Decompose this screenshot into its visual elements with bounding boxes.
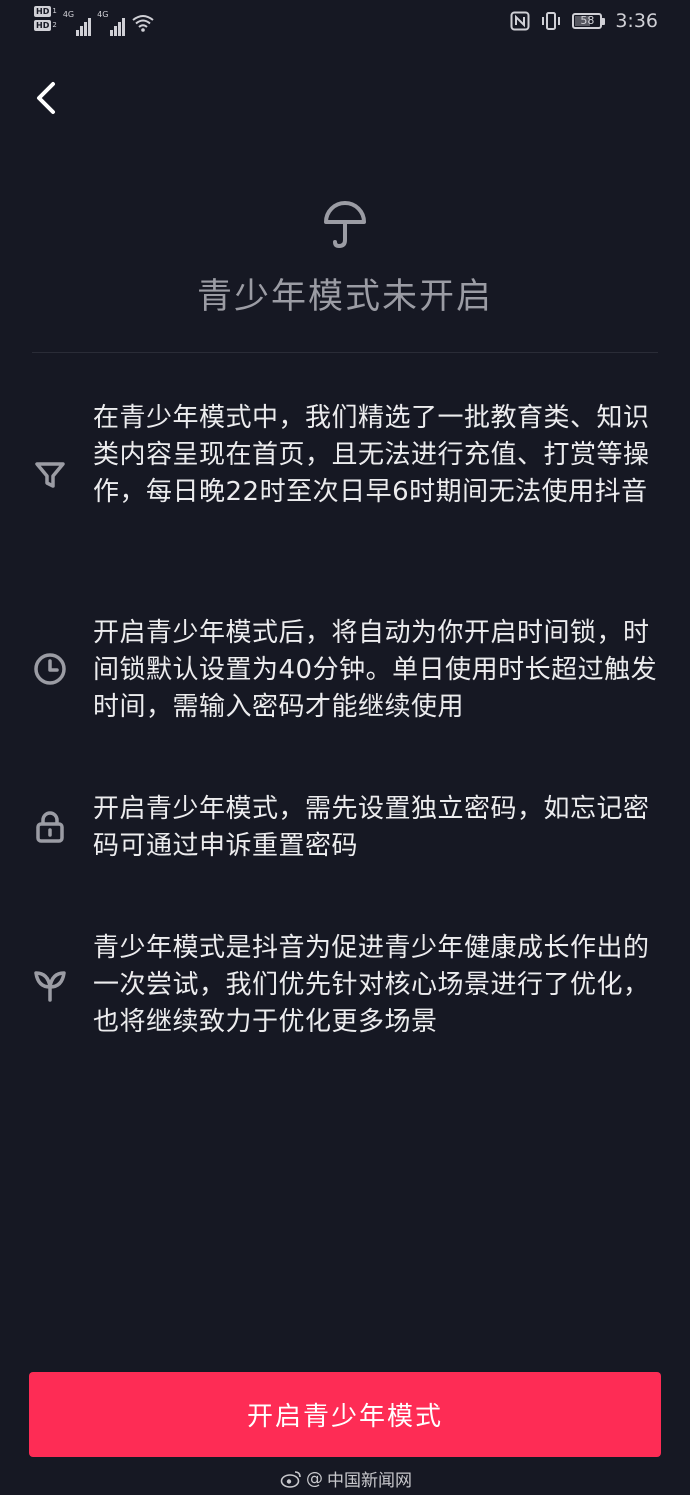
sprout-icon	[34, 971, 66, 1002]
sim2-number: 2	[52, 21, 57, 29]
wifi-icon	[132, 15, 155, 32]
network-type-sim2: 4G	[97, 10, 109, 19]
enable-teen-mode-button[interactable]: 开启青少年模式	[29, 1372, 661, 1457]
sim1-number: 1	[52, 7, 57, 15]
watermark: @ 中国新闻网	[280, 1466, 412, 1491]
vibrate-icon	[542, 12, 561, 30]
watermark-source: 中国新闻网	[327, 1471, 412, 1491]
hd-label: HD	[34, 6, 52, 17]
feature-text: 在青少年模式中，我们精选了一批教育类、知识类内容呈现在首页，且无法进行充值、打赏…	[93, 403, 650, 507]
feature-text: 开启青少年模式后，将自动为你开启时间锁，时间锁默认设置为40分钟。单日使用时长超…	[93, 618, 658, 722]
umbrella-icon	[324, 201, 366, 249]
divider	[32, 352, 658, 353]
clock-icon	[34, 653, 66, 685]
status-time: 3:36	[615, 10, 658, 32]
status-bar: HD 1 HD 2 4G 4G 58 3:36	[0, 0, 690, 48]
feature-text: 开启青少年模式，需先设置独立密码，如忘记密码可通过申诉重置密码	[93, 794, 650, 861]
status-bar-right: 58 3:36	[510, 10, 658, 32]
battery-icon: 58	[572, 13, 606, 29]
network-type-sim1: 4G	[62, 10, 75, 19]
hd-label: HD	[34, 20, 52, 31]
hd-badge-sim1: HD 1	[34, 6, 57, 17]
signal-icon-sim2: 4G	[97, 10, 126, 36]
nfc-icon	[510, 11, 530, 31]
status-bar-left: HD 1 HD 2 4G 4G	[34, 6, 155, 36]
back-button[interactable]	[28, 78, 68, 118]
watermark-at: @	[306, 1468, 323, 1489]
battery-level: 58	[580, 14, 595, 27]
battery-body: 58	[572, 13, 603, 29]
weibo-icon	[280, 1470, 301, 1488]
signal-icon-sim1: 4G	[62, 10, 92, 36]
hd-badge-sim2: HD 2	[34, 20, 57, 31]
chevron-left-icon	[37, 82, 55, 114]
lock-icon	[36, 811, 64, 843]
filter-icon	[35, 462, 65, 488]
page-title: 青少年模式未开启	[196, 277, 493, 317]
feature-text: 青少年模式是抖音为促进青少年健康成长作出的一次尝试，我们优先针对核心场景进行了优…	[93, 933, 650, 1037]
hd-indicators: HD 1 HD 2	[34, 6, 57, 31]
teen-mode-screen: HD 1 HD 2 4G 4G 58 3:36 青少年模式未开启 在青少年模式中…	[0, 0, 690, 1495]
